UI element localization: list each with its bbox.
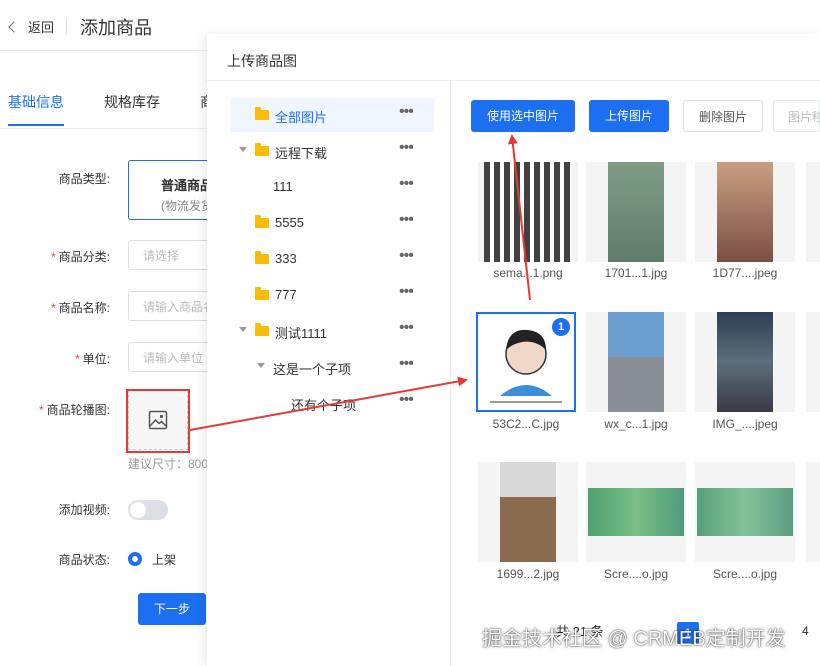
unit-label: * 单位: [74, 352, 110, 366]
selection-badge: 1 [552, 318, 570, 336]
more-icon[interactable]: ••• [399, 247, 414, 265]
image-thumb-selected[interactable]: 1 [476, 312, 576, 412]
caret-down-icon [239, 327, 247, 332]
image-thumb[interactable] [806, 162, 820, 262]
tree-item-another-subitem[interactable]: 还有个子项 ••• [231, 386, 434, 420]
next-step-button[interactable]: 下一步 [138, 593, 206, 625]
annotation-highlight-box [126, 389, 190, 453]
image-caption: Scre....o.jpg [603, 567, 669, 581]
image-thumb[interactable] [695, 462, 795, 562]
image-caption: 1701...1.jpg [604, 266, 668, 280]
back-label: 返回 [28, 20, 55, 35]
pagination-next-page[interactable]: 4 [802, 624, 809, 638]
image-thumb[interactable] [806, 312, 820, 412]
tree-item-5555[interactable]: 5555 ••• [231, 206, 434, 240]
move-image-button[interactable]: 图片移动 [773, 100, 820, 132]
caret-down-icon [239, 147, 247, 152]
tree-item-333[interactable]: 333 ••• [231, 242, 434, 276]
product-name-label: * 商品名称: [50, 301, 110, 315]
divider [66, 18, 67, 34]
tree-item-test1111[interactable]: 测试1111 ••• [231, 314, 434, 348]
category-select[interactable]: 请选择 [128, 240, 218, 270]
upload-image-modal: 上传商品图 全部图片 ••• 远程下载 ••• 111 ••• 5555 •••… [207, 34, 820, 666]
more-icon[interactable]: ••• [399, 175, 414, 193]
more-icon[interactable]: ••• [399, 319, 414, 337]
active-tab-indicator [8, 124, 64, 126]
more-icon[interactable]: ••• [399, 211, 414, 229]
image-thumb[interactable] [478, 162, 578, 262]
more-icon[interactable]: ••• [399, 103, 414, 121]
tab-basic-info[interactable]: 基础信息 [8, 92, 64, 112]
carousel-label: * 商品轮播图: [38, 403, 110, 417]
type-card-subtitle: (物流发货 [161, 199, 213, 213]
image-thumb[interactable] [695, 312, 795, 412]
product-type-card[interactable]: 普通商品 (物流发货 [128, 160, 218, 220]
tree-item-remote-download[interactable]: 远程下载 ••• [231, 134, 434, 168]
tree-item-subitem[interactable]: 这是一个子项 ••• [231, 350, 434, 384]
caret-down-icon [257, 363, 265, 368]
image-thumb[interactable] [586, 312, 686, 412]
image-thumb-content [608, 312, 664, 412]
tree-item-all-images[interactable]: 全部图片 ••• [231, 98, 434, 132]
folder-icon [255, 143, 269, 156]
image-thumb-content [717, 162, 773, 262]
image-thumb[interactable] [586, 462, 686, 562]
tree-item-777[interactable]: 777 ••• [231, 278, 434, 312]
more-icon[interactable]: ••• [399, 283, 414, 301]
image-caption: 1699...2.jpg [496, 567, 560, 581]
upload-image-button[interactable]: 上传图片 [589, 100, 669, 132]
folder-icon [255, 323, 269, 336]
product-type-label: 商品类型: [58, 172, 110, 186]
tab-spec-stock[interactable]: 规格库存 [104, 92, 160, 112]
carousel-size-hint: 建议尺寸：800 [128, 457, 209, 471]
product-name-input[interactable]: 请输入商品名 [128, 291, 218, 321]
image-thumb-content [484, 162, 572, 262]
image-thumb-content [608, 162, 664, 262]
image-caption: IMG_....jpeg [712, 417, 778, 431]
image-thumb[interactable] [586, 162, 686, 262]
video-toggle[interactable] [128, 500, 168, 520]
folder-icon [255, 287, 269, 300]
page-title: 添加商品 [80, 18, 152, 38]
folder-icon [255, 215, 269, 228]
status-radio-on-shelf[interactable] [128, 552, 142, 566]
more-icon[interactable]: ••• [399, 355, 414, 373]
image-thumb[interactable] [695, 162, 795, 262]
image-caption: 53C2...C.jpg [492, 417, 560, 431]
image-caption: sema...1.png [493, 266, 563, 280]
image-thumb[interactable] [806, 462, 820, 562]
back-button[interactable]: 返回 [8, 17, 55, 36]
image-thumb-content [588, 488, 684, 536]
status-radio-label: 上架 [152, 553, 177, 567]
more-icon[interactable]: ••• [399, 391, 414, 409]
image-caption: 1D77....jpeg [712, 266, 778, 280]
modal-title: 上传商品图 [227, 53, 297, 69]
image-thumb-content [717, 312, 773, 412]
unit-input[interactable]: 请输入单位 [128, 342, 218, 372]
folder-icon [255, 251, 269, 264]
tree-item-111[interactable]: 111 ••• [231, 170, 434, 204]
image-thumb-content [697, 488, 793, 536]
more-icon[interactable]: ••• [399, 139, 414, 157]
image-caption: Scre....o.jpg [712, 567, 778, 581]
type-card-title: 普通商品 [161, 178, 214, 193]
folder-tree: 全部图片 ••• 远程下载 ••• 111 ••• 5555 ••• 333 •… [207, 81, 451, 666]
chevron-left-icon [8, 21, 20, 33]
image-thumb-content [500, 462, 556, 562]
delete-image-button[interactable]: 删除图片 [683, 100, 763, 132]
status-label: 商品状态: [58, 553, 110, 567]
watermark: 掘金技术社区 @ CRMEB定制开发 [482, 628, 786, 650]
image-caption: wx_c...1.jpg [604, 417, 668, 431]
use-selected-images-button[interactable]: 使用选中图片 [471, 100, 575, 132]
image-thumb[interactable] [478, 462, 578, 562]
video-label: 添加视频: [58, 503, 110, 517]
category-label: * 商品分类: [50, 250, 110, 264]
folder-icon [255, 107, 269, 120]
